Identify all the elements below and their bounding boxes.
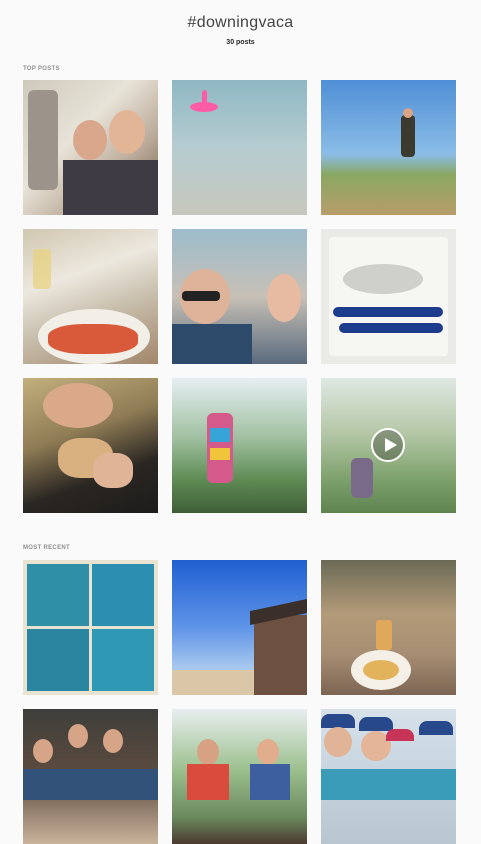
post-thumbnail[interactable]: [23, 709, 158, 844]
post-thumbnail[interactable]: [172, 560, 307, 695]
post-thumbnail[interactable]: [321, 709, 456, 844]
post-thumbnail[interactable]: [172, 80, 307, 215]
play-icon: [371, 428, 405, 462]
post-thumbnail-video[interactable]: [321, 378, 456, 513]
post-thumbnail[interactable]: [321, 229, 456, 364]
post-thumbnail[interactable]: [172, 229, 307, 364]
post-thumbnail[interactable]: [23, 378, 158, 513]
post-thumbnail[interactable]: [321, 80, 456, 215]
post-thumbnail[interactable]: [23, 560, 158, 695]
page-header: #downingvaca 30 posts: [0, 14, 481, 46]
most-recent-label: MOST RECENT: [23, 545, 70, 551]
post-thumbnail[interactable]: [23, 229, 158, 364]
post-thumbnail[interactable]: [172, 709, 307, 844]
top-posts-label: TOP POSTS: [23, 66, 60, 72]
post-count: 30 posts: [226, 39, 255, 46]
post-thumbnail[interactable]: [23, 80, 158, 215]
post-thumbnail[interactable]: [321, 560, 456, 695]
post-thumbnail[interactable]: [172, 378, 307, 513]
hashtag-title: #downingvaca: [187, 14, 294, 31]
